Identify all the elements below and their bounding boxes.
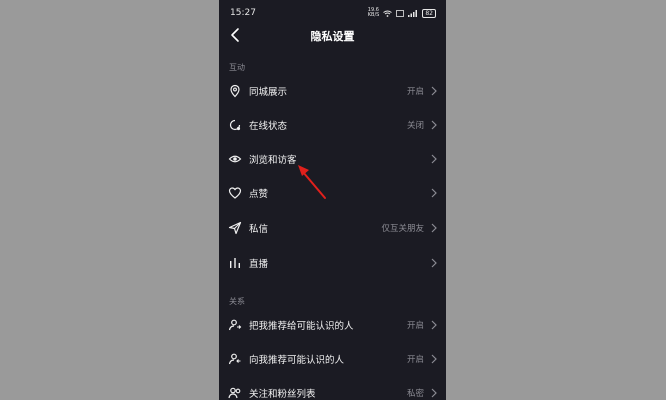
chevron-right-icon (431, 388, 437, 398)
chevron-right-icon (431, 320, 437, 330)
phone-screen: 15:27 19.6 KB/S 82 隐私设置 互动 同城展示 开启 在线状态 … (219, 0, 446, 400)
settings-row-suggest-to-me[interactable]: 向我推荐可能认识的人 开启 (219, 342, 446, 376)
chevron-right-icon (431, 86, 437, 96)
section-label-interaction: 互动 (229, 63, 245, 72)
settings-row-city-display[interactable]: 同城展示 开启 (219, 74, 446, 108)
row-label: 向我推荐可能认识的人 (249, 355, 345, 366)
nav-bar: 隐私设置 (219, 22, 446, 48)
row-value: 私密 (406, 389, 424, 399)
status-time: 15:27 (230, 8, 256, 18)
chevron-right-icon (431, 258, 437, 268)
row-label: 直播 (249, 259, 269, 270)
row-label: 私信 (249, 224, 269, 235)
user-suggest-icon (228, 353, 241, 365)
wifi-icon (383, 10, 393, 17)
row-label: 关注和粉丝列表 (249, 389, 316, 400)
row-label: 点赞 (249, 189, 269, 200)
row-value: 开启 (406, 321, 424, 331)
chevron-right-icon (431, 120, 437, 130)
chevron-right-icon (431, 223, 437, 233)
battery-level: 82 (425, 9, 433, 17)
settings-row-online-status[interactable]: 在线状态 关闭 (219, 108, 446, 142)
send-icon (228, 221, 242, 235)
settings-row-recommend-me[interactable]: 把我推荐给可能认识的人 开启 (219, 308, 446, 342)
section-label-relationship: 关系 (229, 297, 245, 306)
cellular-signal-icon (408, 9, 418, 17)
row-label: 同城展示 (249, 87, 288, 98)
settings-row-live[interactable]: 直播 (219, 246, 446, 280)
row-label: 把我推荐给可能认识的人 (249, 321, 354, 332)
location-pin-icon (230, 84, 240, 98)
chevron-right-icon (431, 154, 437, 164)
live-bars-icon (230, 258, 240, 268)
row-value: 开启 (406, 355, 424, 365)
user-recommend-icon (228, 319, 242, 331)
settings-row-browse-visitors[interactable]: 浏览和访客 (219, 142, 446, 176)
settings-row-likes[interactable]: 点赞 (219, 176, 446, 210)
users-icon (228, 387, 241, 399)
row-label: 浏览和访客 (249, 155, 297, 166)
page-title: 隐私设置 (310, 30, 355, 43)
chevron-right-icon (431, 354, 437, 364)
row-value: 关闭 (406, 121, 424, 131)
status-icons: 19.6 KB/S 82 (368, 8, 436, 18)
network-speed: 19.6 KB/S (367, 7, 380, 18)
online-status-icon (229, 119, 241, 131)
row-value: 开启 (406, 87, 424, 97)
battery-indicator: 82 (422, 8, 436, 18)
row-value: 仅互关朋友 (381, 224, 424, 234)
chevron-right-icon (431, 188, 437, 198)
eye-icon (228, 155, 242, 163)
hd-icon (396, 9, 405, 17)
settings-row-private-message[interactable]: 私信 仅互关朋友 (219, 211, 446, 245)
heart-icon (228, 187, 242, 199)
settings-row-follow-fans-list[interactable]: 关注和粉丝列表 私密 (219, 376, 446, 400)
row-label: 在线状态 (249, 121, 288, 132)
